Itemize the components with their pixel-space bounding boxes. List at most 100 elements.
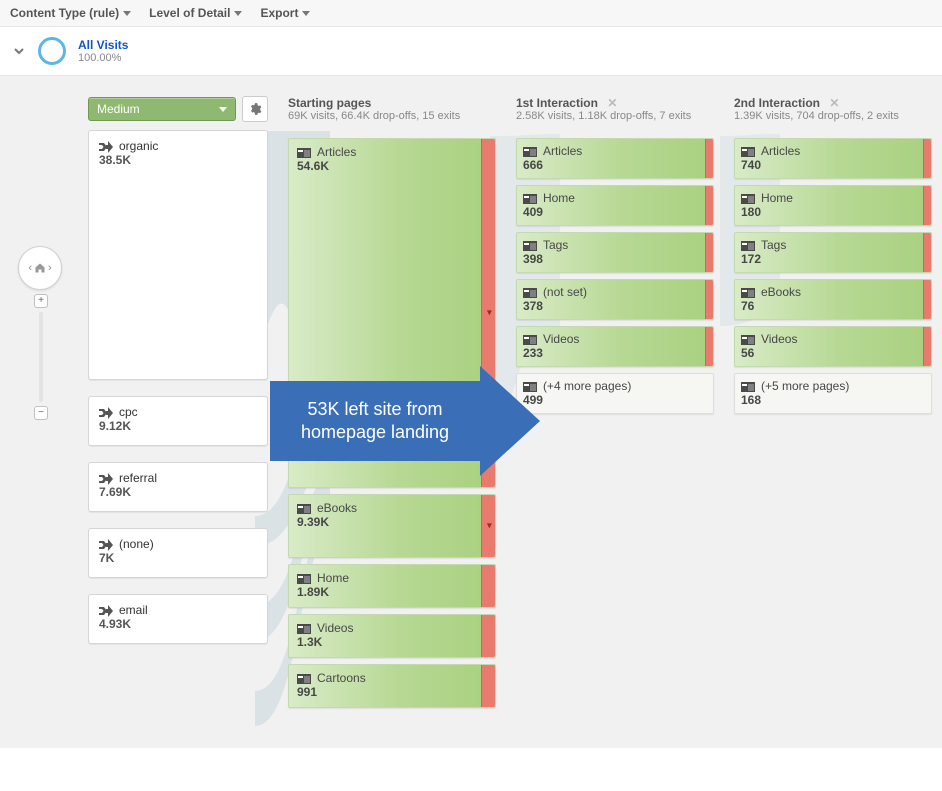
dimension-settings-button[interactable] [242, 96, 268, 122]
column-2nd-interaction: 2nd Interaction ✕ 1.39K visits, 704 drop… [724, 96, 942, 708]
flow-node[interactable]: (not set)378 [516, 279, 714, 320]
flow-node[interactable]: Home409 [516, 185, 714, 226]
page-icon [297, 148, 311, 158]
node-label: Articles [543, 144, 582, 158]
page-icon [741, 194, 755, 204]
source-card[interactable]: (none)7K [88, 528, 268, 578]
zoom-control: + − [34, 294, 48, 420]
dropoff-bar [923, 186, 931, 225]
page-icon [741, 335, 755, 345]
flow-canvas[interactable]: ‹ › + − 53K left site from homepage land… [0, 76, 942, 748]
dropoff-bar [705, 327, 713, 366]
node-value: 409 [523, 205, 707, 219]
page-icon [523, 288, 537, 298]
source-card[interactable]: organic38.5K [88, 130, 268, 380]
node-label: Articles [317, 145, 356, 159]
source-value: 7.69K [99, 485, 257, 499]
flow-node[interactable]: Tags398 [516, 232, 714, 273]
column-subtitle: 2.58K visits, 1.18K drop-offs, 7 exits [516, 110, 714, 122]
node-label: Home [543, 191, 575, 205]
dimension-selector[interactable]: Medium [88, 97, 236, 121]
int2-node-list: Articles740 Home180 Tags172 eBooks76 Videos5… [734, 138, 932, 414]
dropoff-bar [481, 615, 495, 657]
flow-node[interactable]: (+5 more pages)168 [734, 373, 932, 414]
source-card[interactable]: referral7.69K [88, 462, 268, 512]
page-icon [297, 624, 311, 634]
source-label: email [119, 603, 148, 617]
page-icon [741, 382, 755, 392]
level-of-detail-dropdown[interactable]: Level of Detail [149, 6, 242, 20]
segment-info[interactable]: All Visits 100.00% [78, 38, 128, 64]
flow-node[interactable]: (+4 more pages)499 [516, 373, 714, 414]
node-label: Cartoons [317, 671, 366, 685]
source-label: referral [119, 471, 157, 485]
flow-icon [99, 407, 113, 419]
zoom-out-button[interactable]: − [34, 406, 48, 420]
collapse-segment-button[interactable] [12, 44, 26, 58]
dimension-label: Medium [97, 102, 140, 116]
flow-node[interactable]: Cartoons991 [288, 664, 496, 708]
page-icon [523, 241, 537, 251]
page-icon [523, 335, 537, 345]
dropoff-bar [923, 280, 931, 319]
pan-left-icon: ‹ [28, 262, 32, 274]
node-value: 666 [523, 158, 707, 172]
zoom-in-button[interactable]: + [34, 294, 48, 308]
zoom-slider[interactable] [39, 312, 43, 402]
flow-node[interactable]: Videos233 [516, 326, 714, 367]
remove-step-button[interactable]: ✕ [607, 96, 617, 110]
flow-node[interactable]: Videos56 [734, 326, 932, 367]
dropoff-bar [923, 139, 931, 178]
content-type-dropdown[interactable]: Content Type (rule) [10, 6, 131, 20]
node-value: 9.39K [297, 515, 487, 529]
flow-node[interactable]: Home1.89K [288, 564, 496, 608]
node-value: 172 [741, 252, 925, 266]
column-subtitle: 69K visits, 66.4K drop-offs, 15 exits [288, 110, 496, 122]
source-label: organic [119, 139, 158, 153]
toolbar: Content Type (rule) Level of Detail Expo… [0, 0, 942, 27]
node-label: (+5 more pages) [761, 379, 849, 393]
source-card[interactable]: email4.93K [88, 594, 268, 644]
flow-icon [99, 539, 113, 551]
segment-percent: 100.00% [78, 52, 128, 64]
node-value: 991 [297, 685, 487, 699]
source-value: 4.93K [99, 617, 257, 631]
arrow-right-icon [480, 366, 540, 476]
page-icon [523, 147, 537, 157]
flow-node[interactable]: eBooks76 [734, 279, 932, 320]
node-label: Tags [543, 238, 568, 252]
flow-node[interactable]: Articles740 [734, 138, 932, 179]
page-icon [741, 288, 755, 298]
source-label: (none) [119, 537, 154, 551]
dropoff-bar [705, 233, 713, 272]
node-label: Videos [761, 332, 797, 346]
chevron-down-icon [123, 11, 131, 16]
page-icon [523, 194, 537, 204]
remove-step-button[interactable]: ✕ [829, 96, 839, 110]
source-card[interactable]: cpc9.12K [88, 396, 268, 446]
node-value: 499 [523, 393, 707, 407]
segment-circle-icon [38, 37, 66, 65]
flow-node[interactable]: eBooks9.39K▾ [288, 494, 496, 558]
source-value: 38.5K [99, 153, 257, 167]
export-dropdown[interactable]: Export [260, 6, 310, 20]
flow-node[interactable]: Tags172 [734, 232, 932, 273]
flow-node[interactable]: Articles666 [516, 138, 714, 179]
flow-icon [99, 473, 113, 485]
pan-orb[interactable]: ‹ › [18, 246, 62, 290]
flow-node[interactable]: Videos1.3K [288, 614, 496, 658]
flow-node[interactable]: Home180 [734, 185, 932, 226]
dropoff-bar [923, 233, 931, 272]
page-icon [297, 574, 311, 584]
segment-bar: All Visits 100.00% [0, 27, 942, 76]
dropoff-bar [923, 327, 931, 366]
flow-icon [99, 141, 113, 153]
chevron-down-icon [219, 107, 227, 112]
node-label: Videos [317, 621, 353, 635]
export-label: Export [260, 6, 298, 20]
arrow-down-icon: ▾ [487, 521, 492, 532]
node-label: (+4 more pages) [543, 379, 631, 393]
node-value: 54.6K [297, 159, 487, 173]
node-label: Home [761, 191, 793, 205]
page-icon [741, 241, 755, 251]
